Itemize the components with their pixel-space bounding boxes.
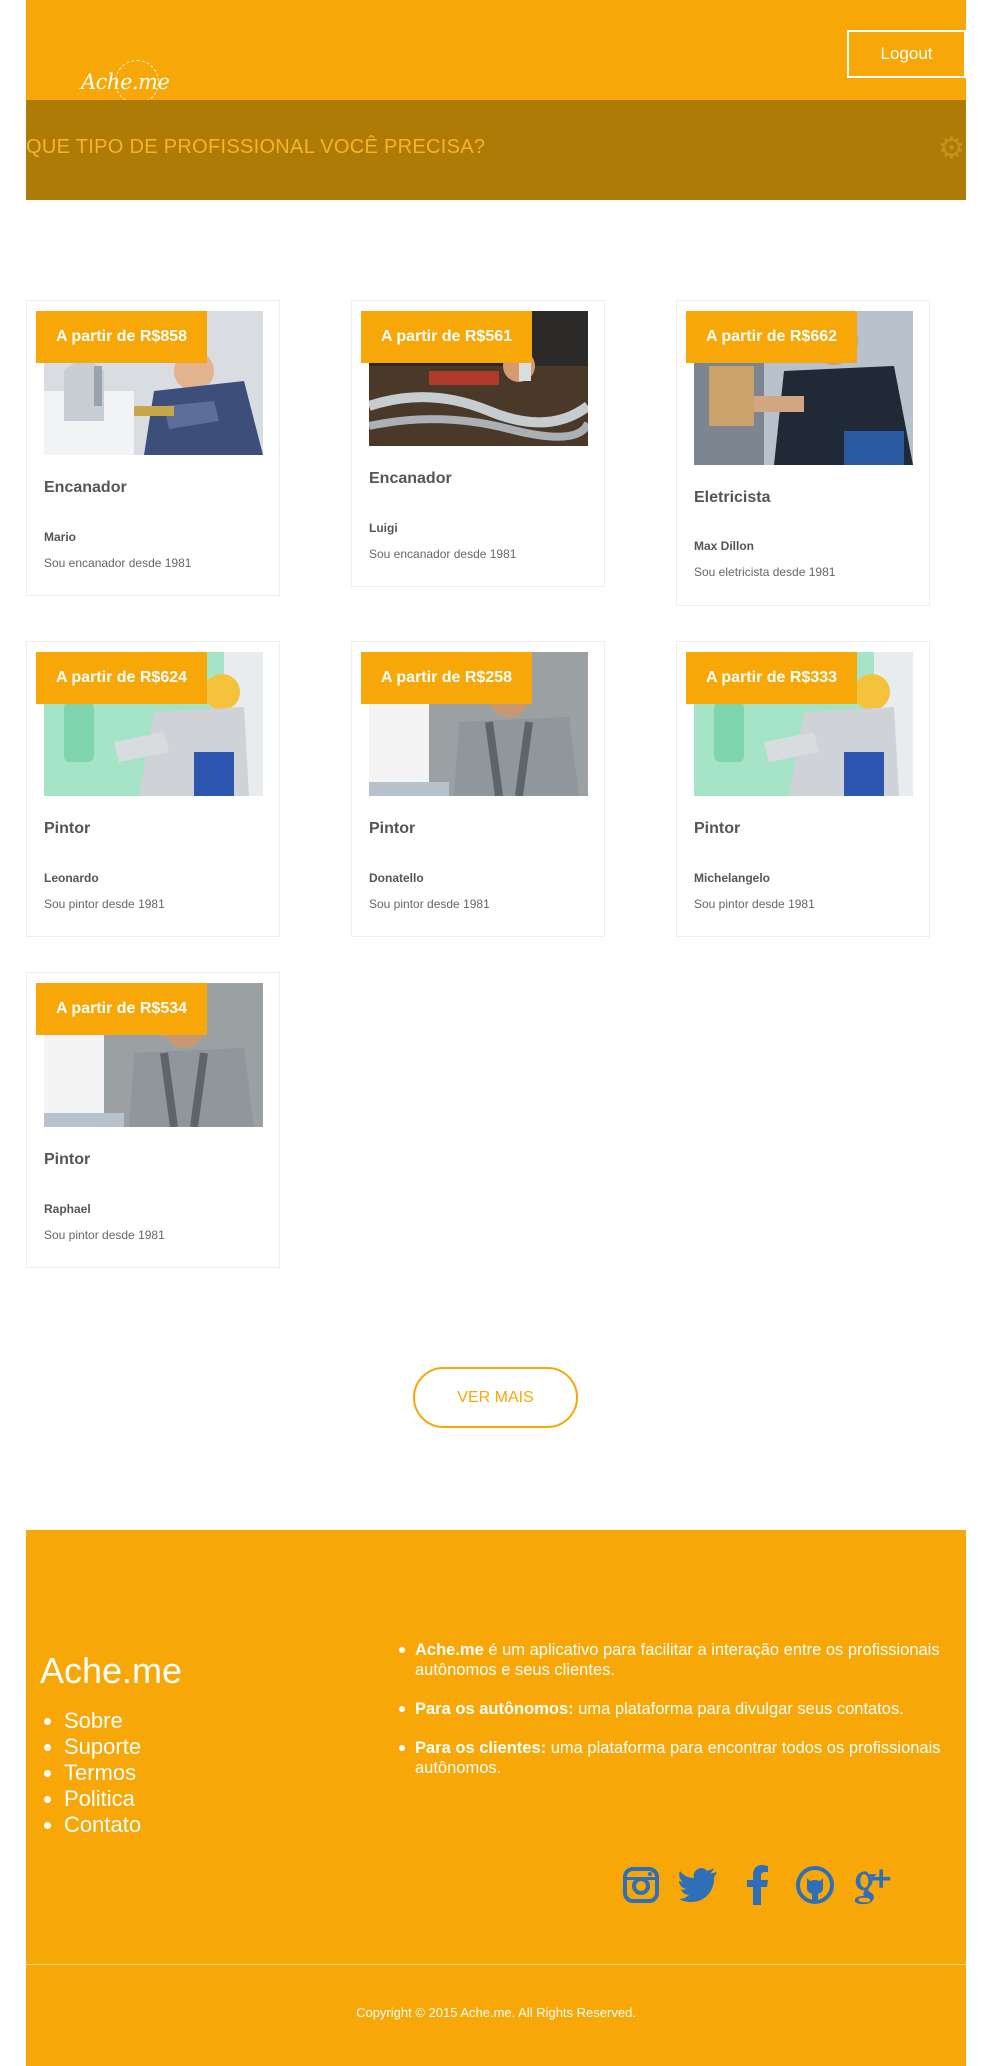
card-name: Leonardo — [44, 871, 99, 885]
footer-link-politica[interactable]: Politica — [40, 1786, 141, 1812]
google-plus-icon[interactable] — [853, 1863, 893, 1907]
logo-text: Ache.me — [81, 70, 170, 94]
price-badge: A partir de R$858 — [36, 311, 208, 363]
search-prompt[interactable]: QUE TIPO DE PROFISSIONAL VOCÊ PRECISA? — [26, 136, 485, 159]
card-title: Pintor — [369, 820, 416, 837]
facebook-icon[interactable] — [737, 1863, 777, 1907]
about-item: Ache.me é um aplicativo para facilitar a… — [396, 1640, 956, 1680]
card-desc: Sou pintor desde 1981 — [369, 897, 490, 911]
github-icon[interactable] — [795, 1863, 835, 1907]
card-desc: Sou encanador desde 1981 — [369, 547, 517, 561]
header: Ache.me Logout — [26, 0, 966, 104]
twitter-icon[interactable] — [679, 1863, 719, 1907]
ver-mais-button[interactable]: VER MAIS — [413, 1367, 578, 1428]
instagram-icon[interactable] — [621, 1863, 661, 1907]
price-badge: A partir de R$624 — [36, 652, 208, 704]
logout-button[interactable]: Logout — [847, 30, 966, 78]
card-desc: Sou encanador desde 1981 — [44, 556, 192, 570]
professional-card[interactable]: A partir de R$258 Pintor Donatello Sou p… — [351, 641, 605, 937]
card-name: Michelangelo — [694, 871, 771, 885]
about-item-bold: Ache.me — [415, 1641, 484, 1659]
footer-link-suporte[interactable]: Suporte — [40, 1734, 141, 1760]
page: Ache.me Logout QUE TIPO DE PROFISSIONAL … — [0, 0, 996, 2066]
card-title: Pintor — [44, 1151, 91, 1168]
price-badge: A partir de R$662 — [686, 311, 858, 363]
card-name: Raphael — [44, 1202, 91, 1216]
about-item-text: é um aplicativo para facilitar a interaç… — [415, 1641, 940, 1679]
card-title: Encanador — [369, 470, 452, 487]
card-name: Donatello — [369, 871, 424, 885]
gear-icon[interactable]: ⚙ — [938, 134, 968, 164]
price-badge: A partir de R$534 — [36, 983, 208, 1035]
professional-card[interactable]: A partir de R$858 Encanador Mario Sou en… — [26, 300, 280, 596]
professional-card[interactable]: A partir de R$333 Pintor Michelangelo So… — [676, 641, 930, 937]
about-item: Para os clientes: uma plataforma para en… — [396, 1738, 956, 1778]
professional-card[interactable]: A partir de R$624 Pintor Leonardo Sou pi… — [26, 641, 280, 937]
professional-card[interactable]: A partir de R$534 Pintor Raphael Sou pin… — [26, 972, 280, 1268]
footer-link-sobre[interactable]: Sobre — [40, 1708, 141, 1734]
card-title: Pintor — [44, 820, 91, 837]
card-name: Luigi — [369, 521, 398, 535]
card-title: Encanador — [44, 479, 127, 496]
card-name: Max Dillon — [694, 539, 755, 553]
price-badge: A partir de R$258 — [361, 652, 533, 704]
price-badge: A partir de R$333 — [686, 652, 858, 704]
card-desc: Sou pintor desde 1981 — [694, 897, 815, 911]
card-desc: Sou eletricista desde 1981 — [694, 565, 836, 579]
footer-link-termos[interactable]: Termos — [40, 1760, 141, 1786]
footer: Ache.me Sobre Suporte Termos Politica Co… — [26, 1530, 966, 2066]
card-name: Mario — [44, 530, 77, 544]
footer-divider — [26, 1964, 966, 1965]
card-title: Eletricista — [694, 489, 771, 506]
card-desc: Sou pintor desde 1981 — [44, 897, 165, 911]
footer-about: Ache.me é um aplicativo para facilitar a… — [396, 1640, 956, 1797]
about-item-text: uma plataforma para divulgar seus contat… — [573, 1700, 904, 1718]
professional-card[interactable]: A partir de R$561 Encanador Luigi Sou en… — [351, 300, 605, 587]
social-links — [621, 1863, 893, 1907]
about-item-bold: Para os autônomos: — [415, 1700, 574, 1718]
about-item-bold: Para os clientes: — [415, 1739, 547, 1757]
copyright: Copyright © 2015 Ache.me. All Rights Res… — [356, 2005, 636, 2020]
price-badge: A partir de R$561 — [361, 311, 533, 363]
card-desc: Sou pintor desde 1981 — [44, 1228, 165, 1242]
footer-brand: Ache.me — [40, 1650, 183, 1691]
footer-links: Sobre Suporte Termos Politica Contato — [40, 1708, 141, 1838]
search-bar[interactable]: QUE TIPO DE PROFISSIONAL VOCÊ PRECISA? ⚙ — [26, 100, 966, 200]
about-item: Para os autônomos: uma plataforma para d… — [396, 1699, 956, 1719]
professional-card[interactable]: A partir de R$662 Eletricista Max Dillon… — [676, 300, 930, 606]
footer-link-contato[interactable]: Contato — [40, 1812, 141, 1838]
card-title: Pintor — [694, 820, 741, 837]
